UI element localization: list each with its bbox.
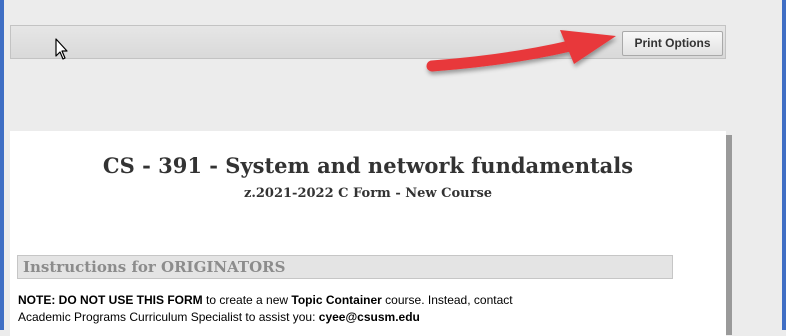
mouse-cursor-icon xyxy=(55,38,68,60)
note-text-2: course. Instead, contact xyxy=(381,293,513,307)
note-topic-container: Topic Container xyxy=(291,293,382,307)
note-text-1: to create a new xyxy=(202,293,292,307)
window-right-border xyxy=(782,0,786,330)
window-left-border xyxy=(0,0,4,330)
note-bold-prefix: NOTE: DO NOT USE THIS FORM xyxy=(18,293,203,307)
note-line-2: Academic Programs Curriculum Specialist … xyxy=(18,310,319,324)
originator-note: NOTE: DO NOT USE THIS FORM to create a n… xyxy=(18,292,718,326)
section-header-instructions: Instructions for ORIGINATORS xyxy=(17,255,673,279)
print-options-button[interactable]: Print Options xyxy=(622,31,723,56)
form-document: CS - 391 - System and network fundamenta… xyxy=(10,131,726,336)
contact-email[interactable]: cyee@csusm.edu xyxy=(319,310,420,324)
red-arrow-annotation xyxy=(426,30,616,72)
page-title: CS - 391 - System and network fundamenta… xyxy=(102,153,634,178)
form-subtitle: z.2021-2022 C Form - New Course xyxy=(243,186,493,201)
